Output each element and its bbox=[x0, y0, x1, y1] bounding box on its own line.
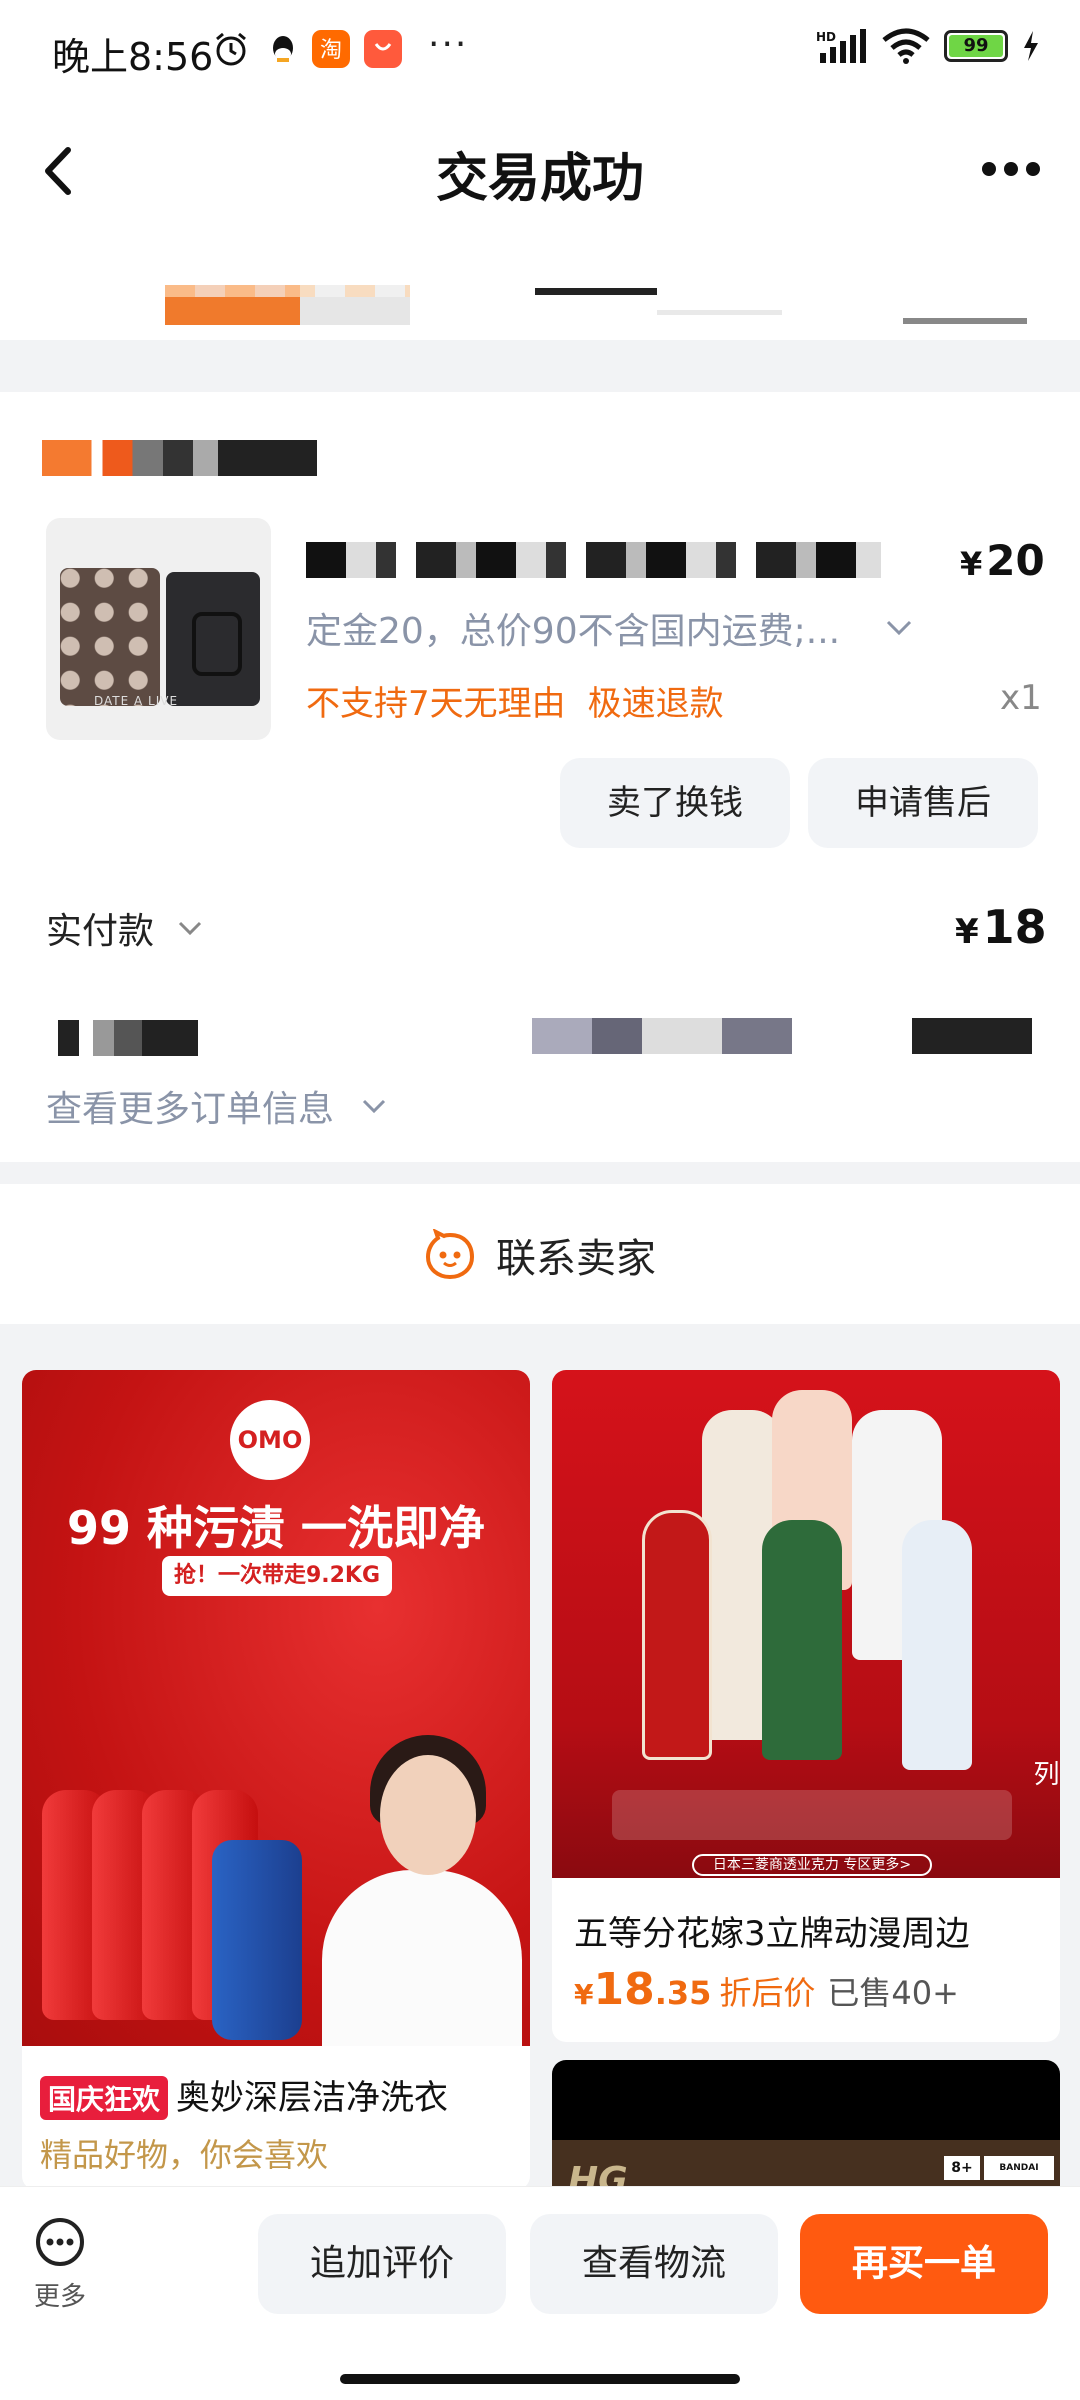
model-illustration bbox=[380, 1755, 476, 1875]
redacted-status-line bbox=[903, 318, 1027, 324]
home-indicator[interactable] bbox=[340, 2374, 740, 2384]
product-quantity: x1 bbox=[1000, 678, 1042, 718]
image-footer-text: 日本三菱商透业克力 专区更多> bbox=[692, 1854, 932, 1876]
product-price: ¥20 bbox=[960, 536, 1045, 585]
qq-icon bbox=[273, 36, 293, 62]
chevron-down-icon[interactable] bbox=[360, 1098, 388, 1116]
paid-amount: ¥18 bbox=[955, 900, 1047, 954]
figure-illustration bbox=[642, 1510, 712, 1760]
redacted-status-line bbox=[535, 288, 657, 295]
page-title: 交易成功 bbox=[435, 149, 644, 209]
chevron-down-icon[interactable] bbox=[176, 920, 204, 938]
product-card-holder bbox=[166, 572, 260, 706]
product-spec[interactable]: 定金20，总价90不含国内运费;... bbox=[306, 602, 840, 654]
acrylic-base bbox=[612, 1790, 1012, 1840]
redacted-status-line bbox=[657, 310, 782, 315]
discount-tag: 折后价 bbox=[719, 1974, 816, 2012]
contact-seller-label: 联系卖家 bbox=[496, 1236, 656, 1282]
redacted-product-title[interactable] bbox=[306, 542, 881, 578]
service-tags: 不支持7天无理由 极速退款 bbox=[306, 676, 724, 725]
status-time: 晚上8:56 bbox=[52, 35, 214, 79]
signal-icon: HD bbox=[816, 29, 866, 63]
recommendation-subtitle: 精品好物，你会喜欢 bbox=[40, 2136, 329, 2174]
status-right-cluster: HD 99 bbox=[816, 28, 1040, 64]
more-order-info-link[interactable]: 查看更多订单信息 bbox=[46, 1080, 334, 1132]
product-image-text: DATE A LIVE bbox=[94, 694, 179, 708]
figure-illustration bbox=[762, 1520, 842, 1760]
svg-text:HD: HD bbox=[816, 30, 836, 44]
price-value: 20 bbox=[986, 536, 1045, 585]
recommendation-title-text: 奥妙深层洁净洗衣 bbox=[176, 2078, 449, 2118]
tag-no-return: 不支持7天无理由 bbox=[306, 684, 566, 724]
product-image[interactable]: DATE A LIVE bbox=[46, 518, 271, 740]
recommendation-card[interactable]: OMO 99 种污渍 一洗即净 抢！一次带走9.2KG 国庆狂欢 奥妙深层洁净洗衣… bbox=[22, 1370, 530, 2190]
ad-subheadline: 抢！一次带走9.2KG bbox=[162, 1556, 392, 1596]
paid-value: 18 bbox=[982, 900, 1047, 954]
chevron-down-icon[interactable] bbox=[884, 618, 914, 638]
paid-label[interactable]: 实付款 bbox=[46, 902, 154, 954]
status-more-dots: ··· bbox=[428, 24, 469, 65]
charging-icon bbox=[1024, 31, 1038, 61]
sold-count: 已售40+ bbox=[827, 1974, 959, 2012]
sell-button[interactable]: 卖了换钱 bbox=[560, 758, 790, 848]
after-sale-button[interactable]: 申请售后 bbox=[808, 758, 1038, 848]
price-currency: ¥ bbox=[574, 1978, 594, 2011]
price-integer: 18 bbox=[593, 1964, 655, 2015]
ad-headline: 99 种污渍 一洗即净 bbox=[66, 1501, 486, 1555]
figure-illustration bbox=[902, 1520, 972, 1770]
more-options-icon[interactable] bbox=[980, 160, 1042, 178]
paid-currency: ¥ bbox=[955, 912, 979, 952]
alarm-icon bbox=[216, 32, 246, 66]
tag-fast-refund: 极速退款 bbox=[587, 684, 724, 724]
recommendation-image[interactable]: 中式系列 日本三菱商透业克力 专区更多> bbox=[552, 1370, 1060, 1878]
price-currency: ¥ bbox=[960, 545, 983, 583]
product-card-pattern bbox=[60, 568, 160, 706]
price-decimal: .35 bbox=[654, 1974, 712, 2012]
svg-text:淘: 淘 bbox=[320, 38, 342, 63]
more-button[interactable]: 更多 bbox=[30, 2216, 90, 2313]
omo-logo: OMO bbox=[230, 1400, 310, 1480]
redacted-order-value bbox=[532, 1018, 1032, 1054]
age-rating: 8+ bbox=[944, 2156, 980, 2180]
recommendation-card[interactable]: 中式系列 日本三菱商透业克力 专区更多> 五等分花嫁3立牌动漫周边 ¥18.35… bbox=[552, 1370, 1060, 2042]
recommendation-title: 五等分花嫁3立牌动漫周边 bbox=[574, 1914, 970, 1954]
wifi-icon bbox=[882, 28, 930, 64]
bottle-illustration bbox=[212, 1840, 302, 2040]
more-button-label: 更多 bbox=[33, 2282, 86, 2312]
taobao-icon: 淘 bbox=[312, 30, 350, 68]
more-circle-icon bbox=[36, 2218, 84, 2266]
series-side-text: 中式系列 bbox=[1029, 1760, 1059, 1790]
seller-chat-icon bbox=[425, 1229, 475, 1280]
buy-again-button[interactable]: 再买一单 bbox=[800, 2214, 1048, 2314]
recommendation-title: 国庆狂欢 奥妙深层洁净洗衣 bbox=[40, 2070, 448, 2120]
contact-seller-button[interactable]: 联系卖家 bbox=[0, 1226, 1080, 1284]
brand-label: BANDAI NAMCO bbox=[984, 2156, 1054, 2197]
redacted-shop-name[interactable] bbox=[42, 440, 317, 476]
battery-level: 99 bbox=[949, 35, 1003, 57]
battery-icon: 99 bbox=[944, 30, 1008, 62]
promo-badge: 国庆狂欢 bbox=[40, 2076, 169, 2120]
add-review-button[interactable]: 追加评价 bbox=[258, 2214, 506, 2314]
redacted-order-label bbox=[58, 1020, 198, 1056]
model-illustration bbox=[322, 1870, 522, 2046]
view-logistics-button[interactable]: 查看物流 bbox=[530, 2214, 778, 2314]
xianyu-icon bbox=[364, 30, 402, 68]
recommendation-price: ¥18.35 折后价 已售40+ bbox=[574, 1964, 959, 2015]
redacted-status-text bbox=[165, 285, 410, 325]
recommendation-image[interactable]: OMO 99 种污渍 一洗即净 抢！一次带走9.2KG bbox=[22, 1370, 530, 2046]
